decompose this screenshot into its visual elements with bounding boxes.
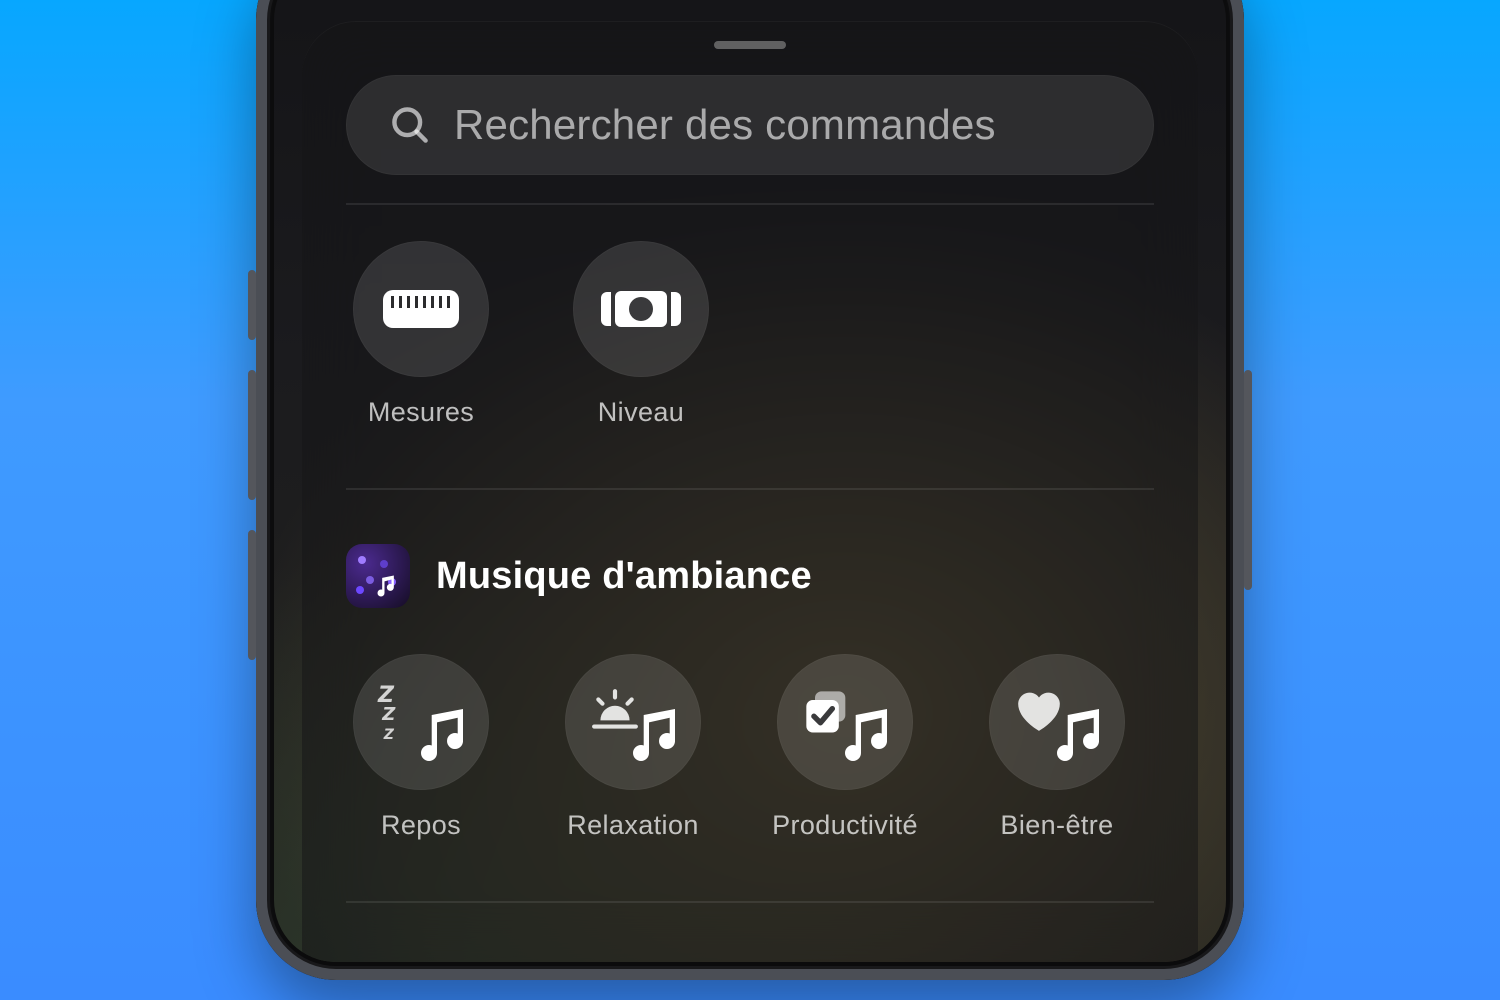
sleep-music-icon: Z Z Z [353, 654, 489, 790]
ambient-row: Z Z Z Repos [302, 618, 1198, 841]
volume-down-button [248, 530, 256, 660]
tools-row: Mesures Niveau [302, 205, 1198, 428]
tile-mesures[interactable]: Mesures [346, 241, 496, 428]
tile-repos[interactable]: Z Z Z Repos [346, 654, 496, 841]
level-icon [573, 241, 709, 377]
volume-up-button [248, 370, 256, 500]
screen: Rechercher des commandes Mesures Niveau [274, 0, 1226, 962]
sunset-music-icon [565, 654, 701, 790]
tile-label: Productivité [772, 810, 918, 841]
phone-frame: Rechercher des commandes Mesures Niveau [256, 0, 1244, 980]
checklist-music-icon [777, 654, 913, 790]
search-input[interactable]: Rechercher des commandes [346, 75, 1154, 175]
power-button [1244, 370, 1252, 590]
drag-handle[interactable] [714, 41, 786, 49]
tile-relaxation[interactable]: Relaxation [558, 654, 708, 841]
tile-label: Bien-être [1000, 810, 1113, 841]
tile-label: Mesures [368, 397, 474, 428]
search-placeholder: Rechercher des commandes [454, 101, 996, 149]
tile-niveau[interactable]: Niveau [566, 241, 716, 428]
section-header-ambient: Musique d'ambiance [302, 490, 1198, 618]
section-title: Musique d'ambiance [436, 555, 812, 598]
tile-productivite[interactable]: Productivité [770, 654, 920, 841]
mute-switch [248, 270, 256, 340]
tile-label: Repos [381, 810, 461, 841]
ruler-icon [353, 241, 489, 377]
tile-label: Niveau [598, 397, 684, 428]
ambient-music-app-icon [346, 544, 410, 608]
tile-label: Relaxation [567, 810, 699, 841]
tile-bien-etre[interactable]: Bien-être [982, 654, 1132, 841]
divider [346, 901, 1154, 903]
wellbeing-music-icon [989, 654, 1125, 790]
search-icon [388, 103, 432, 147]
controls-gallery-sheet: Rechercher des commandes Mesures Niveau [302, 21, 1198, 962]
